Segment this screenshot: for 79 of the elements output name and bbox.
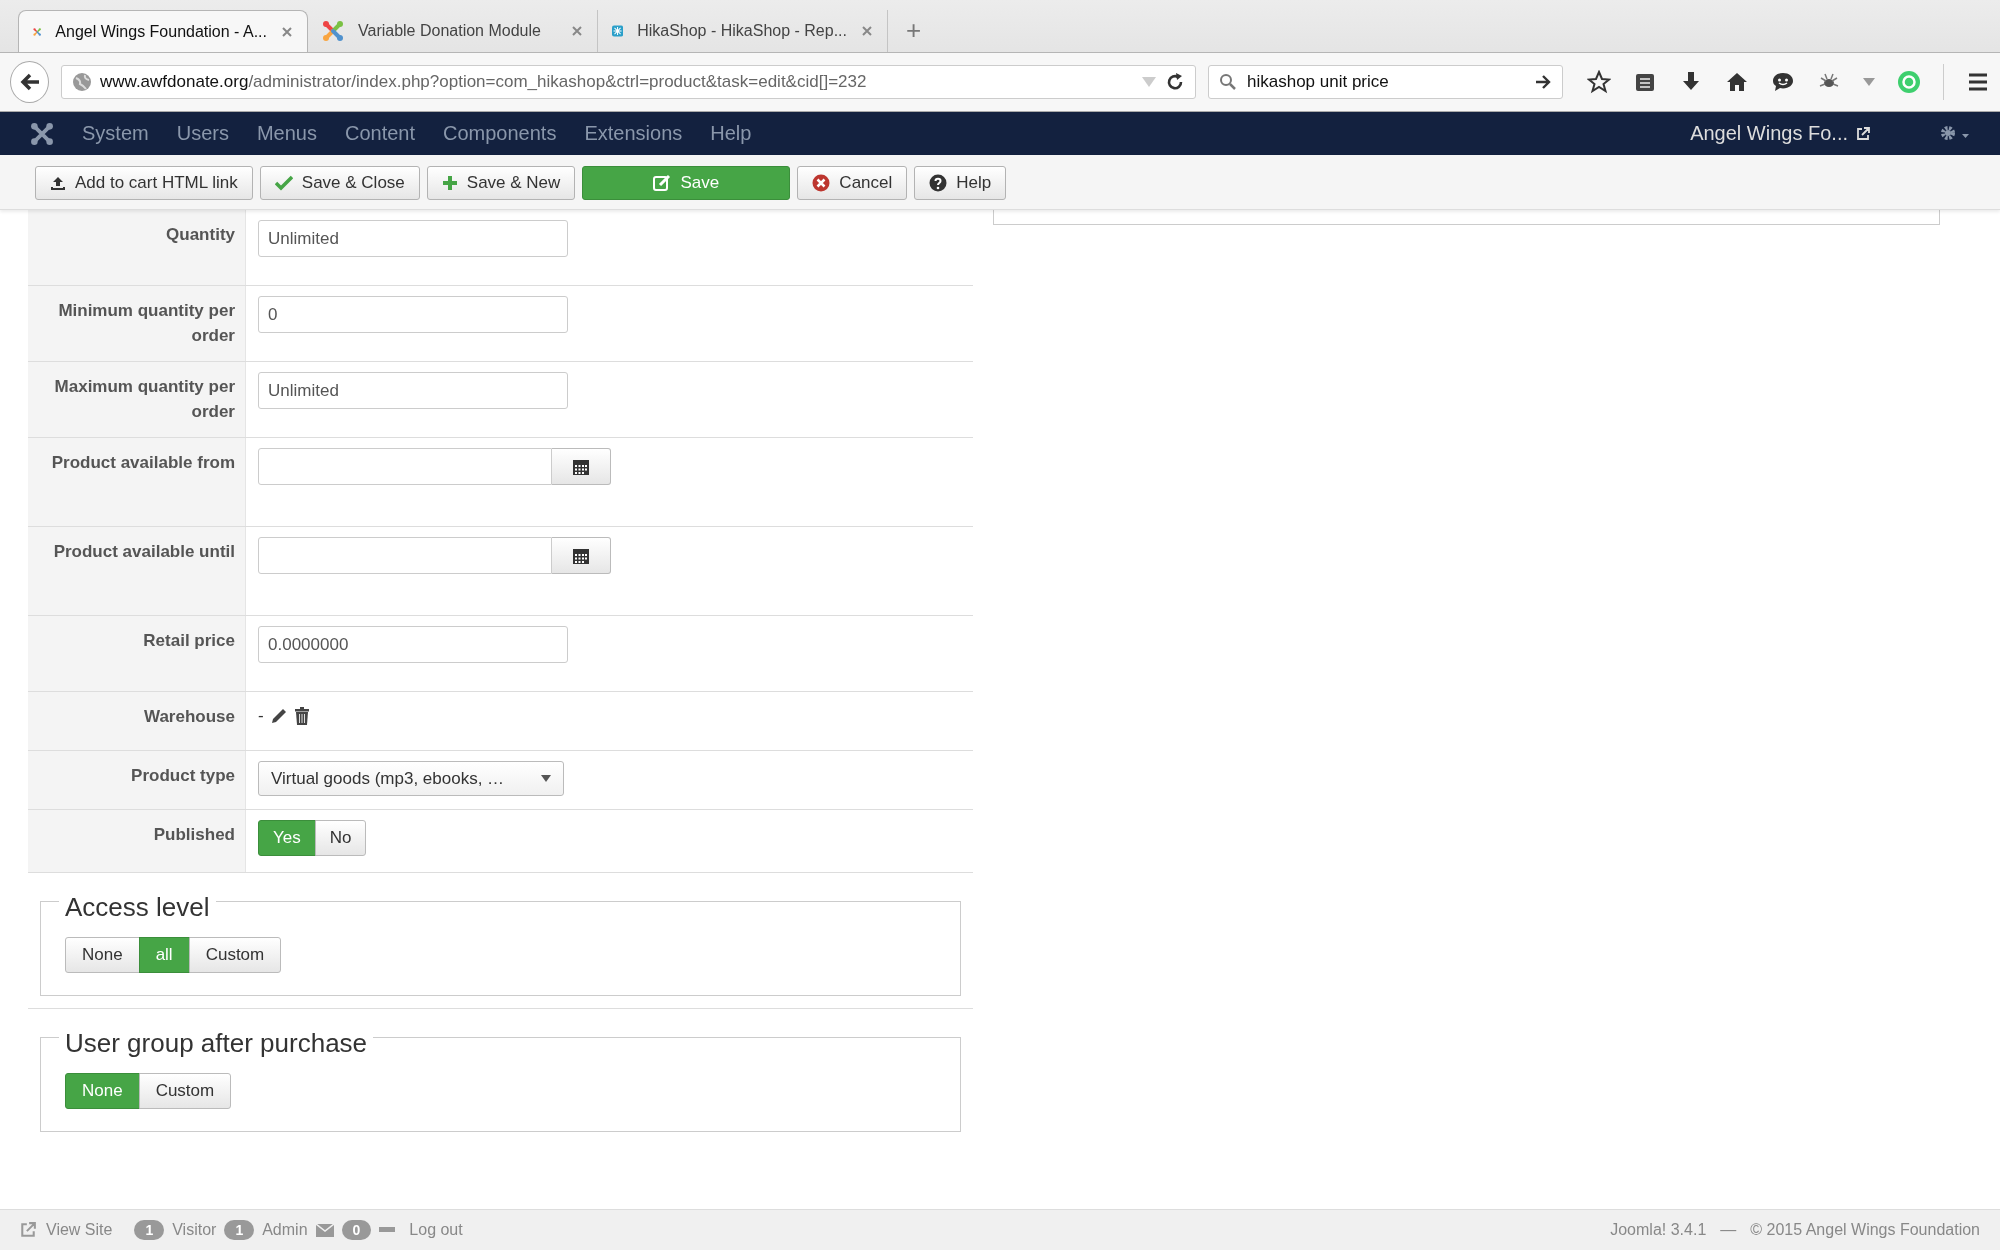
select-dropdown[interactable]: Virtual goods (mp3, ebooks, … xyxy=(258,761,564,796)
plus-icon xyxy=(441,175,458,191)
menu-item[interactable]: Extensions xyxy=(584,122,683,145)
count-badge: 1 xyxy=(134,1220,165,1240)
toolbar-button[interactable]: Cancel xyxy=(797,166,908,200)
text-field[interactable]: Unlimited xyxy=(258,372,568,409)
edit-icon xyxy=(653,174,672,192)
calendar-button[interactable] xyxy=(552,537,611,574)
text-field[interactable]: 0 xyxy=(258,296,568,333)
menu-item[interactable]: System xyxy=(82,122,149,145)
joomla-icon xyxy=(322,20,344,42)
visitor-label: Visitor xyxy=(172,1221,217,1239)
trash-icon[interactable] xyxy=(293,707,310,725)
search-field[interactable]: hikashop unit price xyxy=(1208,65,1563,99)
mail-icon xyxy=(315,1223,334,1237)
field-value: - xyxy=(258,706,264,726)
calendar-icon xyxy=(572,457,590,476)
date-field[interactable] xyxy=(258,448,552,485)
globe-icon xyxy=(72,72,92,92)
address-bar[interactable]: www.awfdonate.org/administrator/index.php?option=com_hikashop&ctrl=product&task=edit&cid[]=232 xyxy=(61,65,1196,99)
toggle-option[interactable]: Custom xyxy=(188,937,282,973)
help-icon xyxy=(929,174,948,192)
check-icon xyxy=(274,175,293,191)
field-label: Warehouse xyxy=(28,692,246,750)
toggle-option[interactable]: No xyxy=(314,820,367,856)
separator-text: — xyxy=(1720,1221,1737,1239)
menu-item[interactable]: Content xyxy=(344,122,415,145)
text-field[interactable]: 0.0000000 xyxy=(258,626,568,663)
menu-item[interactable]: Users xyxy=(176,122,229,145)
cancel-icon xyxy=(812,174,831,192)
menu-item[interactable]: Help xyxy=(710,122,752,145)
text-field[interactable]: Unlimited xyxy=(258,220,568,257)
menu-item[interactable]: Components xyxy=(443,122,557,145)
back-arrow-icon xyxy=(18,71,41,93)
home-icon[interactable] xyxy=(1725,70,1749,94)
pencil-icon[interactable] xyxy=(269,707,288,725)
admin-label: Admin xyxy=(262,1221,308,1239)
toolbar-button[interactable]: Save & New xyxy=(426,166,576,200)
toolbar-button[interactable]: Save & Close xyxy=(259,166,420,200)
external-link-icon xyxy=(1856,126,1870,141)
field-label: Retail price xyxy=(28,616,246,691)
menu-icon[interactable] xyxy=(1966,70,1990,94)
search-icon xyxy=(1219,73,1237,91)
reload-icon[interactable] xyxy=(1165,72,1185,92)
date-field[interactable] xyxy=(258,537,552,574)
field-label: Product available until xyxy=(28,527,246,615)
field-label: Product available from xyxy=(28,438,246,526)
go-arrow-icon[interactable] xyxy=(1534,73,1552,91)
site-link[interactable]: Angel Wings Fo... xyxy=(1690,122,1870,145)
toolbar-button[interactable]: Help xyxy=(914,166,1007,200)
close-icon[interactable] xyxy=(571,25,583,37)
count-badge: 0 xyxy=(341,1220,372,1240)
browser-tab[interactable]: Angel Wings Foundation - A... xyxy=(18,10,308,52)
toolbar-button[interactable]: Add to cart HTML link xyxy=(35,166,253,200)
logo-icon[interactable] xyxy=(30,121,54,146)
version-text: Joomla! 3.4.1 xyxy=(1610,1221,1707,1239)
toggle-option[interactable]: None xyxy=(65,937,140,973)
count-badge: 1 xyxy=(224,1220,255,1240)
field-label: Minimum quantity per order xyxy=(28,286,246,361)
field-label: Published xyxy=(28,810,246,872)
close-icon[interactable] xyxy=(281,25,293,38)
back-button[interactable] xyxy=(10,61,49,103)
calendar-icon xyxy=(572,546,590,565)
menu-item[interactable]: Menus xyxy=(256,122,317,145)
chat-icon[interactable] xyxy=(1771,70,1795,94)
new-tab-button[interactable]: + xyxy=(906,15,922,46)
toggle-option[interactable]: Custom xyxy=(138,1073,232,1109)
field-label: Quantity xyxy=(28,210,246,285)
external-link-icon xyxy=(20,1222,36,1238)
field-label: Maximum quantity per order xyxy=(28,362,246,437)
close-icon[interactable] xyxy=(861,25,873,37)
field-label: Product type xyxy=(28,751,246,809)
minus-icon xyxy=(379,1227,396,1233)
upload-icon xyxy=(50,175,66,191)
copyright-text: © 2015 Angel Wings Foundation xyxy=(1750,1221,1980,1239)
caret-icon[interactable] xyxy=(1863,78,1875,86)
bookmark-star-icon[interactable] xyxy=(1587,70,1611,94)
calendar-button[interactable] xyxy=(552,448,611,485)
caret-icon xyxy=(541,775,551,782)
